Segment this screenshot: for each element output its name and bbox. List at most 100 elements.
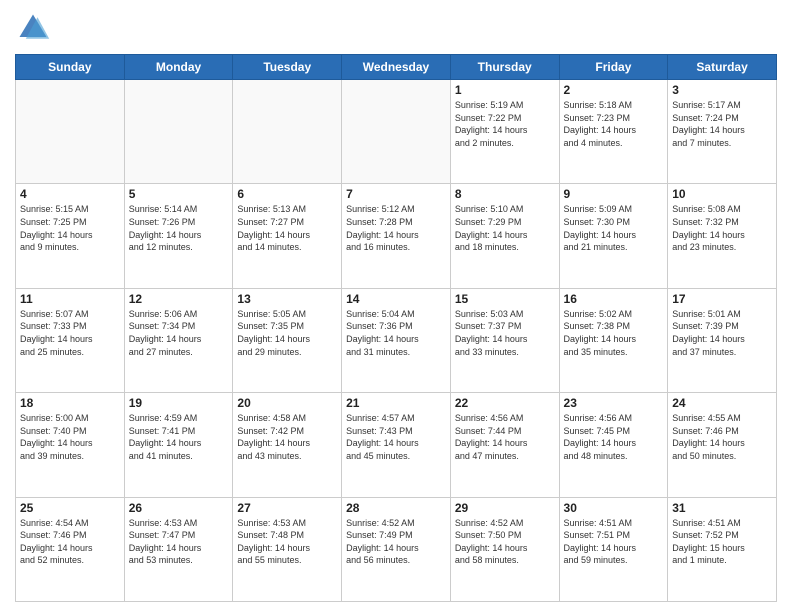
day-info: Sunrise: 5:19 AM Sunset: 7:22 PM Dayligh… (455, 99, 555, 149)
day-number: 7 (346, 187, 446, 201)
day-info: Sunrise: 4:58 AM Sunset: 7:42 PM Dayligh… (237, 412, 337, 462)
day-of-week-header: Wednesday (342, 55, 451, 80)
calendar-cell: 9Sunrise: 5:09 AM Sunset: 7:30 PM Daylig… (559, 184, 668, 288)
day-number: 19 (129, 396, 229, 410)
day-number: 3 (672, 83, 772, 97)
calendar-week-row: 4Sunrise: 5:15 AM Sunset: 7:25 PM Daylig… (16, 184, 777, 288)
calendar-cell (342, 80, 451, 184)
day-info: Sunrise: 5:02 AM Sunset: 7:38 PM Dayligh… (564, 308, 664, 358)
day-of-week-header: Thursday (450, 55, 559, 80)
day-number: 8 (455, 187, 555, 201)
calendar-cell: 4Sunrise: 5:15 AM Sunset: 7:25 PM Daylig… (16, 184, 125, 288)
calendar-cell: 25Sunrise: 4:54 AM Sunset: 7:46 PM Dayli… (16, 497, 125, 601)
calendar-week-row: 1 Sunrise: 5:19 AM Sunset: 7:22 PM Daylig… (16, 80, 777, 184)
day-number: 30 (564, 501, 664, 515)
calendar-week-row: 11Sunrise: 5:07 AM Sunset: 7:33 PM Dayli… (16, 288, 777, 392)
day-of-week-header: Monday (124, 55, 233, 80)
day-info: Sunrise: 5:08 AM Sunset: 7:32 PM Dayligh… (672, 203, 772, 253)
day-info: Sunrise: 4:51 AM Sunset: 7:51 PM Dayligh… (564, 517, 664, 567)
logo-icon (15, 10, 51, 46)
day-info: Sunrise: 4:52 AM Sunset: 7:49 PM Dayligh… (346, 517, 446, 567)
calendar-cell: 20 Sunrise: 4:58 AM Sunset: 7:42 PM Dayli… (233, 393, 342, 497)
day-number: 17 (672, 292, 772, 306)
calendar-cell: 8 Sunrise: 5:10 AM Sunset: 7:29 PM Daylig… (450, 184, 559, 288)
calendar-cell: 5 Sunrise: 5:14 AM Sunset: 7:26 PM Daylig… (124, 184, 233, 288)
calendar-cell: 13Sunrise: 5:05 AM Sunset: 7:35 PM Dayli… (233, 288, 342, 392)
day-number: 20 (237, 396, 337, 410)
calendar-table: SundayMondayTuesdayWednesdayThursdayFrid… (15, 54, 777, 602)
page: SundayMondayTuesdayWednesdayThursdayFrid… (0, 0, 792, 612)
day-number: 11 (20, 292, 120, 306)
calendar-cell: 14 Sunrise: 5:04 AM Sunset: 7:36 PM Dayli… (342, 288, 451, 392)
calendar-cell: 10 Sunrise: 5:08 AM Sunset: 7:32 PM Dayli… (668, 184, 777, 288)
day-number: 16 (564, 292, 664, 306)
day-number: 14 (346, 292, 446, 306)
calendar-cell: 6Sunrise: 5:13 AM Sunset: 7:27 PM Daylig… (233, 184, 342, 288)
calendar-week-row: 25Sunrise: 4:54 AM Sunset: 7:46 PM Dayli… (16, 497, 777, 601)
day-info: Sunrise: 4:53 AM Sunset: 7:47 PM Dayligh… (129, 517, 229, 567)
day-number: 5 (129, 187, 229, 201)
calendar-cell: 18 Sunrise: 5:00 AM Sunset: 7:40 PM Dayli… (16, 393, 125, 497)
day-info: Sunrise: 5:00 AM Sunset: 7:40 PM Dayligh… (20, 412, 120, 462)
day-number: 12 (129, 292, 229, 306)
calendar-cell: 26 Sunrise: 4:53 AM Sunset: 7:47 PM Dayli… (124, 497, 233, 601)
day-info: Sunrise: 5:12 AM Sunset: 7:28 PM Dayligh… (346, 203, 446, 253)
day-info: Sunrise: 4:56 AM Sunset: 7:44 PM Dayligh… (455, 412, 555, 462)
day-number: 24 (672, 396, 772, 410)
day-number: 27 (237, 501, 337, 515)
calendar-cell: 31 Sunrise: 4:51 AM Sunset: 7:52 PM Dayli… (668, 497, 777, 601)
day-number: 9 (564, 187, 664, 201)
day-number: 22 (455, 396, 555, 410)
calendar-cell: 3 Sunrise: 5:17 AM Sunset: 7:24 PM Daylig… (668, 80, 777, 184)
calendar-cell: 16 Sunrise: 5:02 AM Sunset: 7:38 PM Dayli… (559, 288, 668, 392)
day-number: 1 (455, 83, 555, 97)
day-number: 10 (672, 187, 772, 201)
day-number: 4 (20, 187, 120, 201)
calendar-cell: 1 Sunrise: 5:19 AM Sunset: 7:22 PM Daylig… (450, 80, 559, 184)
header (15, 10, 777, 46)
calendar-cell: 29Sunrise: 4:52 AM Sunset: 7:50 PM Dayli… (450, 497, 559, 601)
day-of-week-header: Tuesday (233, 55, 342, 80)
calendar-cell: 30 Sunrise: 4:51 AM Sunset: 7:51 PM Dayli… (559, 497, 668, 601)
day-info: Sunrise: 4:57 AM Sunset: 7:43 PM Dayligh… (346, 412, 446, 462)
calendar-header-row: SundayMondayTuesdayWednesdayThursdayFrid… (16, 55, 777, 80)
calendar-cell: 2Sunrise: 5:18 AM Sunset: 7:23 PM Daylig… (559, 80, 668, 184)
day-info: Sunrise: 5:10 AM Sunset: 7:29 PM Dayligh… (455, 203, 555, 253)
day-info: Sunrise: 5:06 AM Sunset: 7:34 PM Dayligh… (129, 308, 229, 358)
day-number: 23 (564, 396, 664, 410)
day-info: Sunrise: 4:52 AM Sunset: 7:50 PM Dayligh… (455, 517, 555, 567)
calendar-cell: 17Sunrise: 5:01 AM Sunset: 7:39 PM Dayli… (668, 288, 777, 392)
day-info: Sunrise: 4:59 AM Sunset: 7:41 PM Dayligh… (129, 412, 229, 462)
day-info: Sunrise: 4:53 AM Sunset: 7:48 PM Dayligh… (237, 517, 337, 567)
day-number: 26 (129, 501, 229, 515)
day-of-week-header: Friday (559, 55, 668, 80)
day-info: Sunrise: 5:03 AM Sunset: 7:37 PM Dayligh… (455, 308, 555, 358)
day-info: Sunrise: 4:51 AM Sunset: 7:52 PM Dayligh… (672, 517, 772, 567)
calendar-cell: 28 Sunrise: 4:52 AM Sunset: 7:49 PM Dayli… (342, 497, 451, 601)
day-info: Sunrise: 5:14 AM Sunset: 7:26 PM Dayligh… (129, 203, 229, 253)
day-of-week-header: Sunday (16, 55, 125, 80)
day-info: Sunrise: 5:04 AM Sunset: 7:36 PM Dayligh… (346, 308, 446, 358)
day-info: Sunrise: 4:55 AM Sunset: 7:46 PM Dayligh… (672, 412, 772, 462)
calendar-cell (233, 80, 342, 184)
day-info: Sunrise: 5:18 AM Sunset: 7:23 PM Dayligh… (564, 99, 664, 149)
day-number: 21 (346, 396, 446, 410)
day-number: 31 (672, 501, 772, 515)
calendar-cell: 22 Sunrise: 4:56 AM Sunset: 7:44 PM Dayli… (450, 393, 559, 497)
calendar-cell: 27 Sunrise: 4:53 AM Sunset: 7:48 PM Dayli… (233, 497, 342, 601)
calendar-cell: 23 Sunrise: 4:56 AM Sunset: 7:45 PM Dayli… (559, 393, 668, 497)
day-number: 28 (346, 501, 446, 515)
calendar-cell: 19 Sunrise: 4:59 AM Sunset: 7:41 PM Dayli… (124, 393, 233, 497)
day-info: Sunrise: 5:05 AM Sunset: 7:35 PM Dayligh… (237, 308, 337, 358)
day-info: Sunrise: 4:56 AM Sunset: 7:45 PM Dayligh… (564, 412, 664, 462)
calendar-cell: 12 Sunrise: 5:06 AM Sunset: 7:34 PM Dayli… (124, 288, 233, 392)
calendar-week-row: 18 Sunrise: 5:00 AM Sunset: 7:40 PM Dayli… (16, 393, 777, 497)
day-info: Sunrise: 5:17 AM Sunset: 7:24 PM Dayligh… (672, 99, 772, 149)
day-number: 18 (20, 396, 120, 410)
calendar-cell: 11Sunrise: 5:07 AM Sunset: 7:33 PM Dayli… (16, 288, 125, 392)
day-number: 6 (237, 187, 337, 201)
day-number: 15 (455, 292, 555, 306)
calendar-body: 1 Sunrise: 5:19 AM Sunset: 7:22 PM Daylig… (16, 80, 777, 602)
logo (15, 10, 55, 46)
calendar-cell: 7 Sunrise: 5:12 AM Sunset: 7:28 PM Daylig… (342, 184, 451, 288)
